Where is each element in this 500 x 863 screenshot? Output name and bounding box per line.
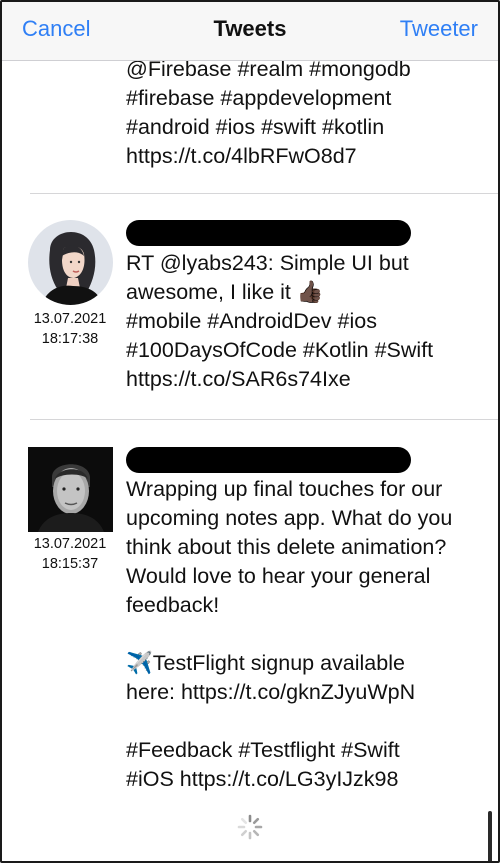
redacted-username (126, 447, 411, 473)
tweet-date: 13.07.2021 (33, 311, 107, 327)
spinner-icon (237, 814, 263, 840)
navigation-bar: Cancel Tweets Tweeter (2, 2, 498, 61)
woman-illustration-avatar-icon (28, 220, 113, 305)
avatar[interactable] (28, 447, 113, 532)
tweet-time: 18:17:38 (41, 331, 99, 347)
scrollbar[interactable] (488, 811, 492, 861)
tweet-text: RT @lyabs243: Simple UI but awesome, I l… (126, 251, 434, 391)
tweeter-button[interactable]: Tweeter (400, 16, 478, 42)
tweet-list[interactable]: @Firebase #realm #mongodb #firebase #app… (2, 61, 498, 861)
divider (30, 419, 498, 420)
avatar[interactable] (28, 220, 113, 305)
redacted-username (126, 220, 411, 246)
man-portrait-avatar-icon (28, 447, 113, 532)
tweet-text: @Firebase #realm #mongodb #firebase #app… (126, 61, 411, 168)
tweet-time: 18:15:37 (41, 556, 99, 572)
tweet-date: 13.07.2021 (33, 536, 107, 552)
tweet-text: Wrapping up final touches for our upcomi… (126, 477, 453, 791)
divider (30, 193, 498, 194)
